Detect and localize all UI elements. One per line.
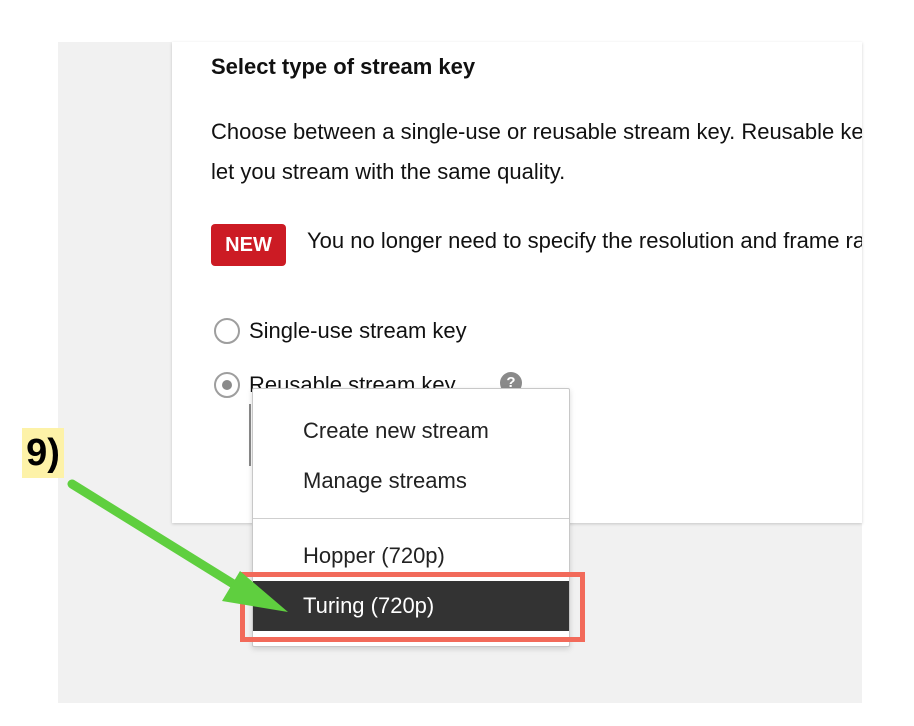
menu-item-create-stream[interactable]: Create new stream — [253, 406, 569, 456]
step-label: 9) — [22, 428, 64, 478]
reusable-radio[interactable] — [214, 372, 240, 398]
single-use-label[interactable]: Single-use stream key — [249, 318, 467, 344]
section-description: Choose between a single-use or reusable … — [211, 119, 862, 184]
menu-divider — [253, 518, 569, 519]
new-feature-message: You no longer need to specify the resolu… — [307, 228, 862, 253]
menu-item-manage-streams[interactable]: Manage streams — [253, 456, 569, 506]
stream-select-field[interactable] — [249, 404, 251, 466]
new-badge: NEW — [211, 224, 286, 266]
highlight-box — [240, 572, 585, 642]
single-use-radio[interactable] — [214, 318, 240, 344]
section-heading: Select type of stream key — [211, 54, 476, 79]
